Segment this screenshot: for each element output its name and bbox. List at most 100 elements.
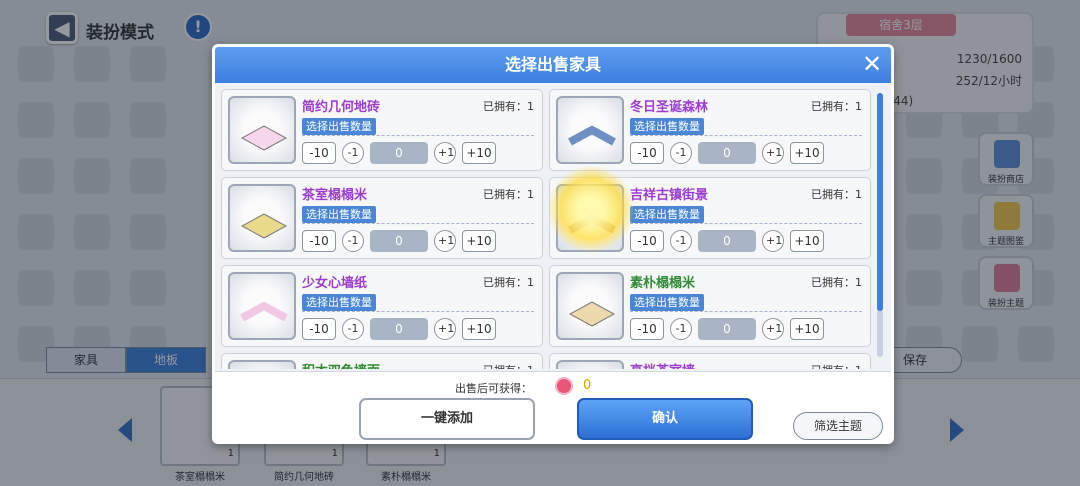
select-quantity-label: 选择出售数量: [302, 206, 376, 223]
minus-1-button[interactable]: -1: [342, 142, 364, 164]
quantity-stepper: -10 -1 0 +1 +10: [630, 318, 824, 340]
plus-1-button[interactable]: +1: [762, 230, 784, 252]
list-scrollbar[interactable]: [877, 93, 883, 357]
plus-10-button[interactable]: +10: [790, 230, 824, 252]
furniture-list[interactable]: 简约几何地砖 已拥有：1 选择出售数量 -10 -1 0 +1 +10 冬日圣诞森林 已拥有：1 选…: [221, 87, 877, 369]
quantity-field[interactable]: 0: [370, 230, 428, 252]
owned-count: 已拥有：1: [811, 274, 862, 290]
furniture-card: 积木双色墙面已拥有：1选择出售数量-10-10+1+10: [221, 353, 543, 369]
furniture-name: 吉祥古镇街景: [630, 188, 709, 203]
owned-prefix: 已拥有：: [811, 364, 855, 369]
plus-1-button[interactable]: +1: [762, 142, 784, 164]
minus-10-button[interactable]: -10: [630, 230, 664, 252]
plus-10-button[interactable]: +10: [462, 318, 496, 340]
earn-label: 出售后可获得：: [455, 382, 532, 395]
select-quantity-label: 选择出售数量: [630, 118, 704, 135]
plus-1-button[interactable]: +1: [762, 318, 784, 340]
quantity-field[interactable]: 0: [698, 142, 756, 164]
furniture-thumbnail: [228, 96, 296, 164]
divider: [630, 135, 862, 136]
minus-1-button[interactable]: -1: [342, 318, 364, 340]
quantity-stepper: -10 -1 0 +1 +10: [302, 142, 496, 164]
minus-1-button[interactable]: -1: [670, 142, 692, 164]
furniture-name: 高档茶室墙: [630, 360, 695, 369]
furniture-name: 素朴榻榻米: [630, 276, 696, 291]
furniture-card: 少女心墙纸 已拥有：1 选择出售数量 -10 -1 0 +1 +10: [221, 265, 543, 347]
furniture-card: 素朴榻榻米 已拥有：1 选择出售数量 -10 -1 0 +1 +10: [549, 265, 871, 347]
owned-value: 1: [527, 188, 534, 201]
furniture-card: 简约几何地砖 已拥有：1 选择出售数量 -10 -1 0 +1 +10: [221, 89, 543, 171]
sparkle-effect: [548, 166, 634, 252]
scrollbar-thumb[interactable]: [877, 93, 883, 311]
quantity-field[interactable]: 0: [370, 318, 428, 340]
owned-count: 已拥有：1: [811, 362, 862, 369]
quantity-stepper: -10 -1 0 +1 +10: [630, 230, 824, 252]
furniture-thumbnail: [228, 184, 296, 252]
owned-count: 已拥有：1: [483, 274, 534, 290]
owned-prefix: 已拥有：: [483, 364, 527, 369]
plus-10-button[interactable]: +10: [462, 230, 496, 252]
furniture-thumbnail: [556, 96, 624, 164]
furniture-name: 简约几何地砖: [302, 100, 381, 115]
owned-value: 1: [527, 364, 534, 369]
plus-10-button[interactable]: +10: [790, 318, 824, 340]
owned-value: 1: [527, 100, 534, 113]
confirm-button[interactable]: 确认: [577, 398, 753, 440]
furniture-thumbnail: [228, 272, 296, 340]
owned-prefix: 已拥有：: [811, 276, 855, 289]
owned-prefix: 已拥有：: [811, 188, 855, 201]
owned-value: 1: [855, 188, 862, 201]
minus-10-button[interactable]: -10: [630, 142, 664, 164]
divider: [630, 223, 862, 224]
select-quantity-label: 选择出售数量: [630, 294, 704, 311]
owned-prefix: 已拥有：: [483, 100, 527, 113]
minus-1-button[interactable]: -1: [670, 230, 692, 252]
furniture-name: 少女心墙纸: [302, 276, 368, 291]
owned-prefix: 已拥有：: [483, 276, 527, 289]
filter-theme-button[interactable]: 筛选主题: [793, 412, 883, 440]
select-quantity-label: 选择出售数量: [630, 206, 704, 223]
owned-value: 1: [855, 276, 862, 289]
minus-10-button[interactable]: -10: [302, 142, 336, 164]
furniture-name: 积木双色墙面: [302, 360, 380, 369]
minus-10-button[interactable]: -10: [630, 318, 664, 340]
plus-1-button[interactable]: +1: [434, 318, 456, 340]
divider: [302, 223, 534, 224]
furniture-thumbnail: [228, 360, 296, 369]
quantity-field[interactable]: 0: [698, 318, 756, 340]
divider: [630, 311, 862, 312]
close-icon[interactable]: ✕: [859, 52, 885, 78]
coin-icon: [555, 377, 573, 395]
owned-count: 已拥有：1: [483, 186, 534, 202]
quantity-field[interactable]: 0: [370, 142, 428, 164]
plus-10-button[interactable]: +10: [790, 142, 824, 164]
quantity-field[interactable]: 0: [698, 230, 756, 252]
divider: [302, 135, 534, 136]
furniture-thumbnail: [556, 272, 624, 340]
minus-1-button[interactable]: -1: [670, 318, 692, 340]
owned-count: 已拥有：1: [483, 362, 534, 369]
owned-count: 已拥有：1: [811, 98, 862, 114]
owned-value: 1: [855, 100, 862, 113]
owned-value: 1: [527, 276, 534, 289]
furniture-name: 冬日圣诞森林: [630, 100, 709, 115]
minus-10-button[interactable]: -10: [302, 230, 336, 252]
plus-1-button[interactable]: +1: [434, 142, 456, 164]
select-quantity-label: 选择出售数量: [302, 118, 376, 135]
quantity-stepper: -10 -1 0 +1 +10: [302, 230, 496, 252]
sell-furniture-dialog: 选择出售家具 ✕ 简约几何地砖 已拥有：1 选择出售数量 -10 -1 0 +1 +10 冬日圣…: [212, 44, 894, 444]
furniture-thumbnail: [556, 360, 624, 369]
minus-10-button[interactable]: -10: [302, 318, 336, 340]
owned-prefix: 已拥有：: [483, 188, 527, 201]
divider: [302, 311, 534, 312]
dialog-title: 选择出售家具: [215, 47, 891, 83]
minus-1-button[interactable]: -1: [342, 230, 364, 252]
furniture-card: 茶室榻榻米 已拥有：1 选择出售数量 -10 -1 0 +1 +10: [221, 177, 543, 259]
quantity-stepper: -10 -1 0 +1 +10: [630, 142, 824, 164]
owned-count: 已拥有：1: [483, 98, 534, 114]
plus-10-button[interactable]: +10: [462, 142, 496, 164]
furniture-card: 高档茶室墙已拥有：1选择出售数量-10-10+1+10: [549, 353, 871, 369]
plus-1-button[interactable]: +1: [434, 230, 456, 252]
quantity-stepper: -10 -1 0 +1 +10: [302, 318, 496, 340]
add-all-button[interactable]: 一键添加: [359, 398, 535, 440]
